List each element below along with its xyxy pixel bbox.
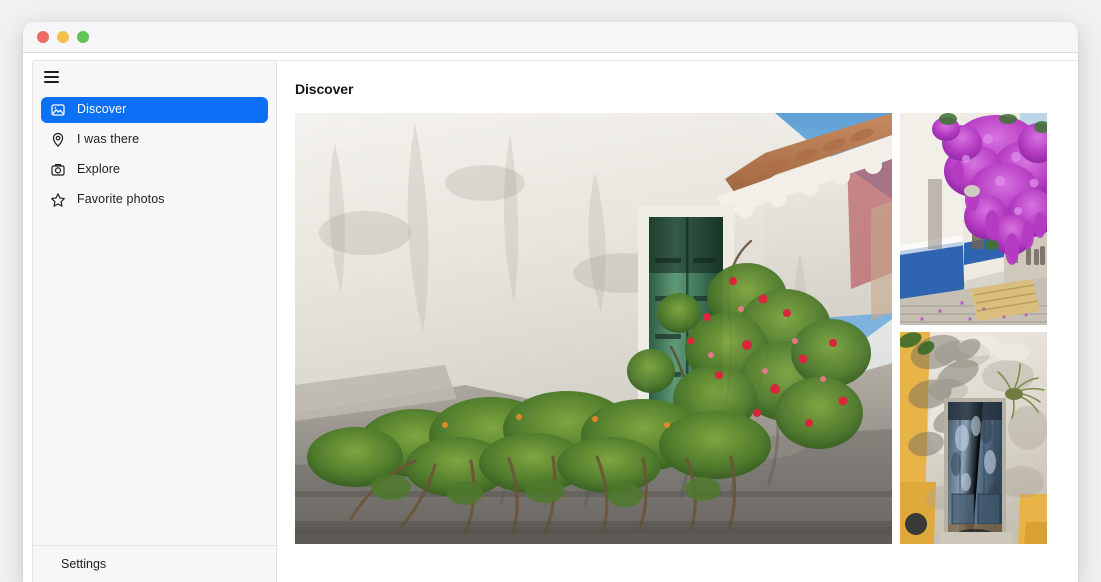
page-title: Discover [295, 81, 354, 97]
purple-bougainvillea-street-image [900, 113, 1047, 325]
zoom-button[interactable] [77, 31, 89, 43]
map-pin-icon [50, 132, 66, 148]
photo-gallery [295, 113, 1078, 544]
menu-toggle-button[interactable] [33, 61, 67, 93]
sidebar-item-i-was-there[interactable]: I was there [41, 127, 268, 153]
window-body: Discover I was there Explore Favorite ph… [23, 53, 1078, 582]
gallery-thumbnail-weathered-blue-door[interactable] [900, 332, 1047, 544]
star-icon [50, 192, 66, 208]
app-shell: Discover I was there Explore Favorite ph… [32, 60, 1078, 582]
sidebar-footer: Settings [33, 545, 276, 582]
sidebar-item-label: Discover [77, 102, 127, 117]
photo-icon [50, 102, 66, 118]
sidebar: Discover I was there Explore Favorite ph… [33, 61, 277, 582]
gallery-hero-photo[interactable] [295, 113, 892, 544]
sidebar-item-label: Explore [77, 162, 121, 177]
sidebar-item-label: Favorite photos [77, 192, 165, 207]
sidebar-nav: Discover I was there Explore Favorite ph… [33, 93, 276, 545]
gallery-thumbnail-column [900, 113, 1047, 544]
weathered-blue-door-image [900, 332, 1047, 544]
gallery-thumbnail-purple-bougainvillea-street[interactable] [900, 113, 1047, 325]
sidebar-item-label: I was there [77, 132, 140, 147]
sidebar-item-favorite-photos[interactable]: Favorite photos [41, 187, 268, 213]
window-titlebar [23, 22, 1078, 53]
minimize-button[interactable] [57, 31, 69, 43]
whitewashed-house-green-door-image [295, 113, 892, 544]
camera-icon [50, 162, 66, 178]
sidebar-item-discover[interactable]: Discover [41, 96, 268, 123]
main-content: Discover [277, 61, 1078, 582]
sidebar-item-explore[interactable]: Explore [41, 157, 268, 183]
hamburger-icon [44, 71, 59, 83]
close-button[interactable] [37, 31, 49, 43]
app-window: Discover I was there Explore Favorite ph… [23, 22, 1078, 582]
